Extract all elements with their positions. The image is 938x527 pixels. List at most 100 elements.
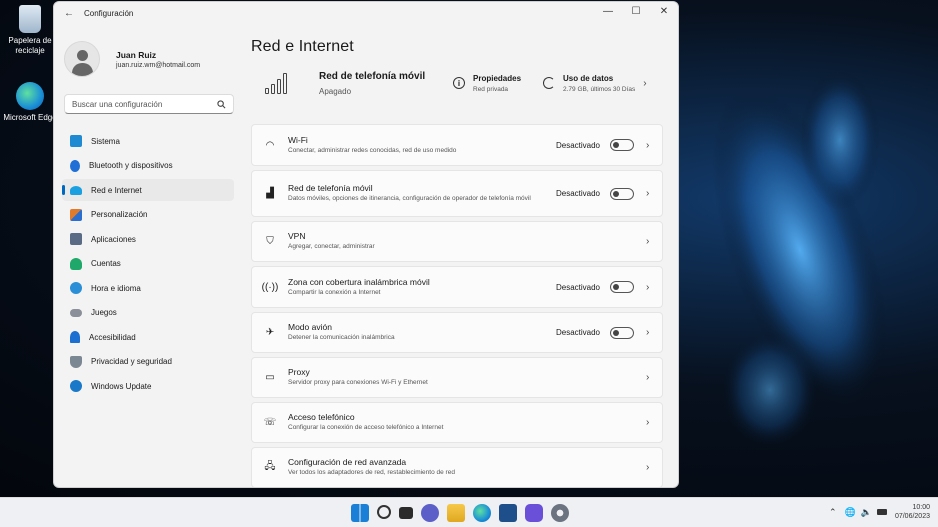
card-wifi[interactable]: ◠ Wi-Fi Conectar, administrar redes conoc… [251, 124, 663, 166]
properties-link[interactable]: i Propiedades Red privada [453, 74, 521, 93]
minimize-button[interactable]: — [594, 2, 622, 20]
chevron-right-icon: › [646, 417, 650, 428]
store-icon[interactable] [499, 504, 517, 522]
card-title: VPN [288, 231, 306, 242]
task-view-icon[interactable] [399, 507, 413, 519]
sidebar-item-accesibilidad[interactable]: Accesibilidad [62, 326, 234, 348]
cellular-signal-icon [265, 72, 295, 94]
card-subtitle: Servidor proxy para conexiones Wi-Fi y E… [288, 379, 428, 387]
sidebar-item-label: Red e Internet [91, 185, 142, 195]
sidebar-item-privacidad[interactable]: Privacidad y seguridad [62, 351, 234, 373]
sidebar-item-label: Windows Update [91, 381, 152, 391]
battery-icon[interactable] [876, 509, 887, 515]
data-usage-link[interactable]: Uso de datos 2.79 GB, últimos 30 Días [543, 74, 635, 93]
card-subtitle: Detener la comunicación inalámbrica [288, 334, 395, 342]
sidebar-item-windows-update[interactable]: Windows Update [62, 375, 234, 397]
card-advanced-network[interactable]: 🖧 Configuración de red avanzada Ver todos… [251, 447, 663, 487]
sidebar-item-hora-idioma[interactable]: Hora e idioma [62, 277, 234, 299]
sidebar-item-bluetooth[interactable]: Bluetooth y dispositivos [62, 155, 234, 177]
app-icon[interactable] [525, 504, 543, 522]
card-proxy[interactable]: ▭ Proxy Servidor proxy para conexiones Wi… [251, 357, 663, 398]
window-title: Configuración [84, 8, 134, 18]
network-adapter-icon: 🖧 [264, 461, 276, 472]
properties-title: Propiedades [473, 73, 522, 83]
wallpaper-galaxy [712, 70, 888, 450]
hero-title: Red de telefonía móvil [319, 70, 426, 82]
maximize-button[interactable]: ☐ [622, 2, 650, 20]
hero-panel: Red de telefonía móvil Apagado i Propied… [251, 62, 671, 104]
settings-icon[interactable] [551, 504, 569, 522]
hero-status: Red de telefonía móvil Apagado [319, 71, 447, 96]
chevron-right-icon[interactable]: › [643, 78, 646, 89]
sidebar-nav: Sistema Bluetooth y dispositivos Red e I… [54, 130, 244, 397]
toggle-state-label: Desactivado [555, 189, 600, 198]
card-subtitle: Ver todos los adaptadores de red, restab… [288, 469, 455, 477]
card-subtitle: Conectar, administrar redes conocidas, r… [288, 146, 457, 154]
card-airplane-mode[interactable]: ✈ Modo avión Detener la comunicación inal… [251, 312, 663, 353]
clock[interactable]: 10:00 07/06/2023 [895, 503, 930, 521]
card-title: Modo avión [288, 322, 332, 333]
desktop-icon-edge[interactable]: Microsoft Edge [1, 82, 59, 123]
network-icon[interactable]: 🌐 [845, 507, 856, 518]
vpn-shield-icon: ⛉ [266, 236, 274, 247]
sidebar-item-label: Privacidad y seguridad [91, 357, 172, 366]
sidebar-item-juegos[interactable]: Juegos [62, 302, 234, 324]
sidebar-item-red-e-internet[interactable]: Red e Internet [62, 179, 234, 201]
airplane-toggle[interactable] [610, 326, 634, 339]
volume-icon[interactable]: 🔈 [861, 507, 872, 518]
sidebar-item-label: Sistema [91, 136, 120, 146]
card-hotspot[interactable]: ((·)) Zona con cobertura inalámbrica móv… [251, 266, 663, 308]
sidebar-item-cuentas[interactable]: Cuentas [62, 253, 234, 275]
card-subtitle: Datos móviles, opciones de itinerancia, … [288, 195, 531, 203]
profile[interactable]: Juan Ruiz juan.ruiz.wm@hotmail.com [54, 24, 244, 82]
file-explorer-icon[interactable] [447, 504, 465, 522]
person-icon [70, 257, 82, 270]
window-controls: — ☐ ✕ [594, 2, 678, 20]
search-input[interactable]: Buscar una configuración [64, 94, 234, 114]
profile-name: Juan Ruiz [116, 49, 157, 60]
card-cellular[interactable]: ▟ Red de telefonía móvil Datos móviles, o… [251, 170, 663, 217]
cellular-toggle[interactable] [610, 187, 634, 200]
search-placeholder: Buscar una configuración [72, 99, 163, 109]
info-icon: i [453, 77, 465, 89]
chat-icon[interactable] [421, 504, 439, 522]
card-title: Zona con cobertura inalámbrica móvil [288, 276, 430, 287]
wifi-toggle[interactable] [610, 139, 634, 151]
card-title: Red de telefonía móvil [288, 183, 373, 194]
taskbar-apps [351, 504, 569, 522]
main-content: Red e Internet Red de telefonía móvil Ap… [251, 24, 671, 487]
sidebar-item-label: Accesibilidad [89, 332, 136, 342]
card-title: Wi-Fi [288, 134, 308, 145]
card-subtitle: Agregar, conectar, administrar [288, 243, 375, 251]
chevron-right-icon: › [646, 281, 650, 293]
system-tray: ⌃ 🌐 🔈 10:00 07/06/2023 [829, 503, 930, 521]
chevron-right-icon: › [646, 327, 650, 338]
card-subtitle: Compartir la conexión a Internet [288, 288, 381, 296]
card-title: Proxy [288, 367, 310, 378]
card-vpn[interactable]: ⛉ VPN Agregar, conectar, administrar › [251, 221, 663, 262]
desktop-icon-recycle-bin[interactable]: Papelera de reciclaje [1, 5, 59, 56]
close-button[interactable]: ✕ [650, 2, 678, 20]
properties-subtitle: Red privada [473, 85, 509, 93]
sidebar-item-aplicaciones[interactable]: Aplicaciones [62, 228, 234, 250]
chevron-up-icon[interactable]: ⌃ [829, 507, 837, 518]
profile-email: juan.ruiz.wm@hotmail.com [116, 61, 201, 69]
toggle-state-label: Desactivado [555, 140, 600, 150]
settings-window: ← Configuración — ☐ ✕ Juan Ruiz juan.rui… [53, 1, 679, 488]
taskbar: ⌃ 🌐 🔈 10:00 07/06/2023 [0, 497, 938, 527]
data-usage-title: Uso de datos [563, 73, 614, 83]
desktop-icon-label: Papelera de reciclaje [8, 36, 52, 55]
start-icon[interactable] [351, 504, 369, 522]
sidebar-item-label: Bluetooth y dispositivos [89, 161, 173, 170]
back-arrow-icon[interactable]: ← [64, 8, 74, 19]
bluetooth-icon [70, 159, 80, 172]
sidebar-item-sistema[interactable]: Sistema [62, 130, 234, 152]
recycle-bin-icon [19, 5, 41, 33]
sidebar-item-personalizacion[interactable]: Personalización [62, 204, 234, 226]
avatar [64, 41, 100, 77]
hotspot-toggle[interactable] [610, 281, 634, 293]
search-icon[interactable] [377, 505, 391, 519]
edge-icon[interactable] [473, 504, 491, 522]
page-title: Red e Internet [251, 38, 354, 55]
card-dialup[interactable]: ☏ Acceso telefónico Configurar la conexió… [251, 402, 663, 443]
